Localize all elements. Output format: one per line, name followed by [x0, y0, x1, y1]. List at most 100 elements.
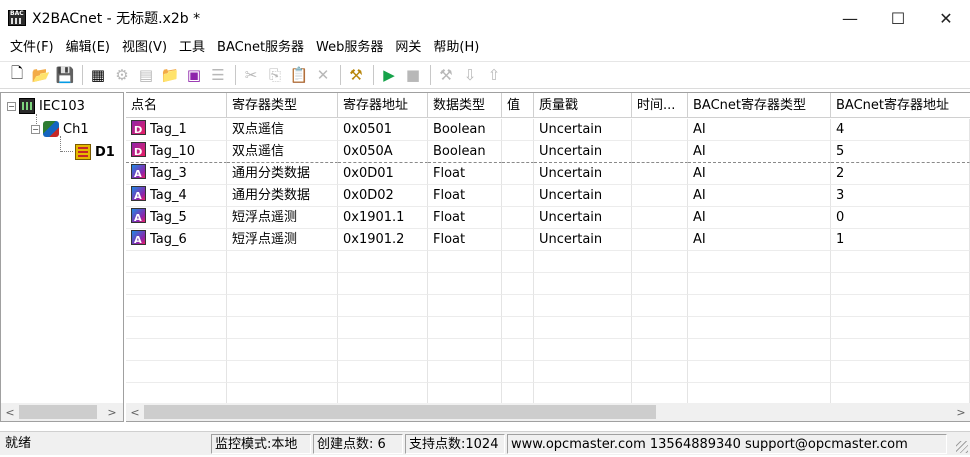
- table-row[interactable]: Tag_3 通用分类数据0x0D01Float Uncertain AI2: [126, 163, 970, 185]
- cell-register-type[interactable]: [227, 339, 338, 361]
- cell-bacnet-type[interactable]: AI: [688, 207, 831, 229]
- cell-bacnet-address[interactable]: [831, 361, 970, 383]
- cell-bacnet-address[interactable]: 2: [831, 163, 970, 185]
- open-folder-icon[interactable]: 📂: [30, 64, 52, 86]
- cell-quality[interactable]: [534, 251, 632, 273]
- cell-data-type[interactable]: [428, 383, 502, 405]
- cell-bacnet-address[interactable]: [831, 339, 970, 361]
- cell-bacnet-type[interactable]: [688, 339, 831, 361]
- cell-name[interactable]: Tag_1: [126, 119, 227, 141]
- empty-row[interactable]: [126, 383, 970, 405]
- cell-register-address[interactable]: [338, 383, 428, 405]
- properties-icon[interactable]: ☰: [207, 64, 229, 86]
- tool-icon[interactable]: ⚒: [345, 64, 367, 86]
- new-file-icon[interactable]: 🗋: [6, 64, 28, 86]
- cell-quality[interactable]: Uncertain: [534, 185, 632, 207]
- table-row[interactable]: Tag_5 短浮点遥测0x1901.1Float Uncertain AI0: [126, 207, 970, 229]
- cell-bacnet-address[interactable]: 3: [831, 185, 970, 207]
- cell-register-address[interactable]: [338, 317, 428, 339]
- column-header-quality[interactable]: 质量戳: [534, 93, 632, 118]
- cell-value[interactable]: [502, 383, 534, 405]
- cell-register-address[interactable]: [338, 339, 428, 361]
- cell-name[interactable]: [126, 317, 227, 339]
- add-tag-icon[interactable]: ▣: [183, 64, 205, 86]
- cell-bacnet-address[interactable]: [831, 273, 970, 295]
- close-button[interactable]: ✕: [922, 0, 970, 36]
- cell-time[interactable]: [632, 229, 688, 251]
- tree-node-d1[interactable]: D1: [75, 142, 115, 162]
- cell-name[interactable]: [126, 339, 227, 361]
- maximize-button[interactable]: ☐: [874, 0, 922, 36]
- cell-time[interactable]: [632, 141, 688, 163]
- cell-value[interactable]: [502, 251, 534, 273]
- cell-quality[interactable]: [534, 361, 632, 383]
- cell-quality[interactable]: Uncertain: [534, 229, 632, 251]
- cell-value[interactable]: [502, 229, 534, 251]
- cell-bacnet-type[interactable]: [688, 251, 831, 273]
- cell-time[interactable]: [632, 185, 688, 207]
- menu-tools[interactable]: 工具: [173, 37, 211, 59]
- cell-time[interactable]: [632, 273, 688, 295]
- paste-icon[interactable]: 📋: [288, 64, 310, 86]
- cell-time[interactable]: [632, 251, 688, 273]
- collapse-icon[interactable]: −: [7, 101, 16, 111]
- cell-register-type[interactable]: 通用分类数据: [227, 163, 338, 185]
- cell-register-type[interactable]: 短浮点遥测: [227, 207, 338, 229]
- empty-row[interactable]: [126, 295, 970, 317]
- cell-bacnet-address[interactable]: 1: [831, 229, 970, 251]
- cell-data-type[interactable]: [428, 273, 502, 295]
- cell-register-type[interactable]: 短浮点遥测: [227, 229, 338, 251]
- cell-value[interactable]: [502, 185, 534, 207]
- cell-register-address[interactable]: 0x1901.1: [338, 207, 428, 229]
- cell-bacnet-type[interactable]: [688, 295, 831, 317]
- scroll-thumb[interactable]: [144, 405, 656, 419]
- cell-bacnet-address[interactable]: 0: [831, 207, 970, 229]
- cell-register-type[interactable]: [227, 383, 338, 405]
- empty-row[interactable]: [126, 317, 970, 339]
- cell-name[interactable]: [126, 295, 227, 317]
- cell-quality[interactable]: [534, 295, 632, 317]
- column-header-time[interactable]: 时间...: [632, 93, 688, 118]
- save-icon[interactable]: 💾: [54, 64, 76, 86]
- cell-bacnet-type[interactable]: [688, 383, 831, 405]
- cell-value[interactable]: [502, 273, 534, 295]
- cell-data-type[interactable]: Float: [428, 185, 502, 207]
- cell-data-type[interactable]: Boolean: [428, 141, 502, 163]
- cell-name[interactable]: Tag_5: [126, 207, 227, 229]
- cell-value[interactable]: [502, 119, 534, 141]
- resize-grip-icon[interactable]: [956, 441, 968, 453]
- cell-data-type[interactable]: [428, 361, 502, 383]
- cell-time[interactable]: [632, 383, 688, 405]
- cell-bacnet-type[interactable]: [688, 273, 831, 295]
- menu-bacnet-server[interactable]: BACnet服务器: [211, 37, 310, 59]
- cell-bacnet-type[interactable]: AI: [688, 185, 831, 207]
- copy-icon[interactable]: ⎘: [264, 64, 286, 86]
- cell-value[interactable]: [502, 295, 534, 317]
- column-header-register-address[interactable]: 寄存器地址: [338, 93, 428, 118]
- cell-value[interactable]: [502, 141, 534, 163]
- load-icon[interactable]: ⇩: [459, 64, 481, 86]
- cut-icon[interactable]: ✂: [240, 64, 262, 86]
- cell-register-type[interactable]: 双点遥信: [227, 119, 338, 141]
- cell-bacnet-type[interactable]: AI: [688, 119, 831, 141]
- cell-bacnet-type[interactable]: AI: [688, 163, 831, 185]
- cell-bacnet-address[interactable]: 5: [831, 141, 970, 163]
- cell-data-type[interactable]: [428, 295, 502, 317]
- cell-name[interactable]: [126, 273, 227, 295]
- cell-name[interactable]: [126, 361, 227, 383]
- minimize-button[interactable]: —: [826, 0, 874, 36]
- menu-view[interactable]: 视图(V): [116, 37, 173, 59]
- cell-data-type[interactable]: [428, 339, 502, 361]
- cell-data-type[interactable]: [428, 251, 502, 273]
- cell-data-type[interactable]: Float: [428, 163, 502, 185]
- grid-horizontal-scrollbar[interactable]: < >: [126, 403, 970, 421]
- cell-time[interactable]: [632, 317, 688, 339]
- cell-register-type[interactable]: [227, 251, 338, 273]
- add-folder-icon[interactable]: 📁: [159, 64, 181, 86]
- column-header-bacnet-type[interactable]: BACnet寄存器类型: [688, 93, 831, 118]
- cell-register-type[interactable]: [227, 295, 338, 317]
- menu-help[interactable]: 帮助(H): [427, 37, 485, 59]
- cell-register-type[interactable]: 双点遥信: [227, 141, 338, 163]
- empty-row[interactable]: [126, 273, 970, 295]
- cell-bacnet-address[interactable]: [831, 317, 970, 339]
